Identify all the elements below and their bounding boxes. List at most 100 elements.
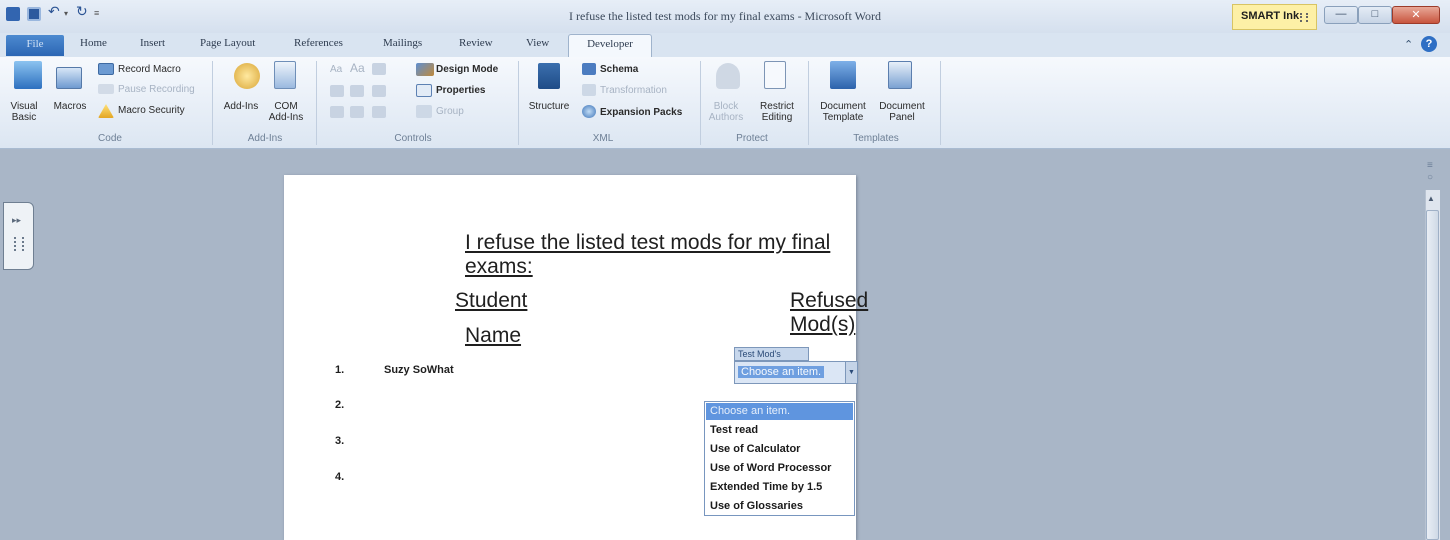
block-authors-button[interactable]: Block Authors (706, 101, 746, 123)
close-button[interactable]: ✕ (1392, 6, 1440, 24)
macro-security-icon[interactable] (98, 104, 114, 118)
scroll-up-icon[interactable]: ▲ (1427, 194, 1435, 203)
scrollbar-thumb[interactable] (1426, 210, 1439, 540)
group-separator (518, 61, 519, 145)
group-separator (700, 61, 701, 145)
document-panel-button[interactable]: Document Panel (874, 101, 930, 123)
macros-button[interactable]: Macros (50, 101, 90, 112)
minimize-button[interactable]: — (1324, 6, 1358, 24)
pause-recording-icon (98, 84, 114, 94)
group-button[interactable]: Group (436, 106, 464, 117)
transformation-icon (582, 84, 596, 96)
dropdown-options-list[interactable]: Choose an item. Test read Use of Calcula… (704, 401, 855, 516)
group-icon (416, 105, 432, 118)
properties-button[interactable]: Properties (436, 85, 485, 96)
restrict-editing-label-2: Editing (761, 112, 793, 123)
document-panel-label-2: Panel (889, 112, 915, 123)
pause-recording-button[interactable]: Pause Recording (118, 84, 195, 95)
tab-page-layout[interactable]: Page Layout (200, 37, 255, 49)
group-separator (212, 61, 213, 145)
tab-home[interactable]: Home (80, 37, 107, 49)
column-header-student: Student (455, 289, 528, 312)
visual-basic-button[interactable]: Visual Basic (6, 101, 42, 123)
structure-icon[interactable] (538, 63, 560, 89)
combo-box-control-icon[interactable] (372, 85, 386, 97)
restore-icon: □ (1371, 8, 1379, 20)
legacy-tools-icon[interactable] (372, 106, 386, 118)
list-number: 3. (335, 435, 345, 447)
dropdown-option[interactable]: Extended Time by 1.5 (706, 479, 853, 496)
macros-icon[interactable] (56, 67, 82, 89)
title-bar: ↶ ▾ ↻ ≡ I refuse the listed test mods fo… (0, 0, 1450, 33)
tab-mailings[interactable]: Mailings (383, 37, 422, 49)
expansion-packs-icon[interactable] (582, 105, 596, 118)
list-number: 2. (335, 399, 345, 411)
student-name[interactable]: Suzy SoWhat (384, 364, 454, 376)
rich-text-control-button[interactable]: Aa (330, 64, 342, 75)
document-template-label-1: Document (820, 101, 866, 112)
smart-side-panel-handle[interactable]: ▸▸ (3, 202, 34, 270)
record-macro-icon[interactable] (98, 63, 114, 75)
view-ruler-icon[interactable]: ≡ ○ (1427, 160, 1433, 184)
visual-basic-label-1: Visual (10, 101, 38, 112)
document-template-label-2: Template (822, 112, 864, 123)
schema-icon[interactable] (582, 63, 596, 75)
visual-basic-icon[interactable] (14, 61, 42, 89)
document-heading: I refuse the listed test mods for my fin… (465, 231, 831, 278)
restrict-editing-icon[interactable] (764, 61, 786, 89)
tab-developer[interactable]: Developer (568, 34, 652, 57)
test-mods-dropdown-control[interactable]: Choose an item. ▼ (734, 361, 858, 384)
plain-text-control-button[interactable]: Aa (350, 62, 365, 74)
block-authors-label-2: Authors (708, 112, 744, 123)
dropdown-option[interactable]: Use of Word Processor (706, 460, 853, 477)
tab-view[interactable]: View (526, 37, 549, 49)
expand-arrows-icon: ▸▸ (12, 215, 22, 225)
record-macro-button[interactable]: Record Macro (118, 64, 181, 75)
minimize-ribbon-icon[interactable]: ⌃ (1404, 38, 1413, 51)
dropdown-option[interactable]: Test read (706, 422, 853, 439)
dropdown-selected-value[interactable]: Choose an item. (738, 366, 825, 378)
group-label-controls: Controls (394, 133, 432, 144)
picture-control-icon[interactable] (372, 63, 386, 75)
transformation-button[interactable]: Transformation (600, 85, 667, 96)
expansion-packs-button[interactable]: Expansion Packs (600, 107, 682, 118)
smart-ink-toolbar[interactable]: SMART Ink (1232, 4, 1317, 30)
restrict-editing-label-1: Restrict (760, 101, 794, 112)
date-picker-control-icon[interactable] (330, 106, 344, 118)
design-mode-button[interactable]: Design Mode (436, 64, 498, 75)
com-add-ins-label-1: COM (274, 101, 298, 112)
restrict-editing-button[interactable]: Restrict Editing (754, 101, 800, 123)
dropdown-option[interactable]: Use of Glossaries (706, 498, 853, 515)
structure-button[interactable]: Structure (522, 101, 576, 112)
tab-insert[interactable]: Insert (140, 37, 165, 49)
tab-references[interactable]: References (294, 37, 343, 49)
dropdown-option[interactable]: Choose an item. (706, 403, 853, 420)
tab-file[interactable]: File (6, 35, 64, 56)
add-ins-button[interactable]: Add-Ins (221, 101, 261, 112)
properties-icon[interactable] (416, 84, 432, 97)
minimize-icon: — (1335, 8, 1347, 20)
document-page[interactable]: I refuse the listed test mods for my fin… (284, 175, 868, 540)
help-icon[interactable]: ? (1421, 36, 1437, 52)
maximize-button[interactable]: □ (1358, 6, 1392, 24)
content-control-tag[interactable]: Test Mod's (734, 347, 809, 361)
chevron-down-icon[interactable]: ▼ (845, 362, 857, 383)
add-ins-icon[interactable] (234, 63, 260, 89)
com-add-ins-icon[interactable] (274, 61, 296, 89)
com-add-ins-button[interactable]: COM Add-Ins (264, 101, 308, 123)
checkbox-control-icon[interactable] (350, 85, 364, 97)
grip-icon[interactable] (1300, 13, 1308, 22)
schema-button[interactable]: Schema (600, 64, 638, 75)
group-separator (940, 61, 941, 145)
drop-down-control-icon[interactable] (350, 106, 364, 118)
document-panel-icon[interactable] (888, 61, 912, 89)
visual-basic-label-2: Basic (11, 112, 37, 123)
block-authors-label-1: Block (713, 101, 739, 112)
tab-review[interactable]: Review (459, 37, 493, 49)
macro-security-button[interactable]: Macro Security (118, 105, 185, 116)
building-block-control-icon[interactable] (330, 85, 344, 97)
design-mode-icon[interactable] (416, 63, 434, 76)
document-template-button[interactable]: Document Template (814, 101, 872, 123)
dropdown-option[interactable]: Use of Calculator (706, 441, 853, 458)
document-template-icon[interactable] (830, 61, 856, 89)
